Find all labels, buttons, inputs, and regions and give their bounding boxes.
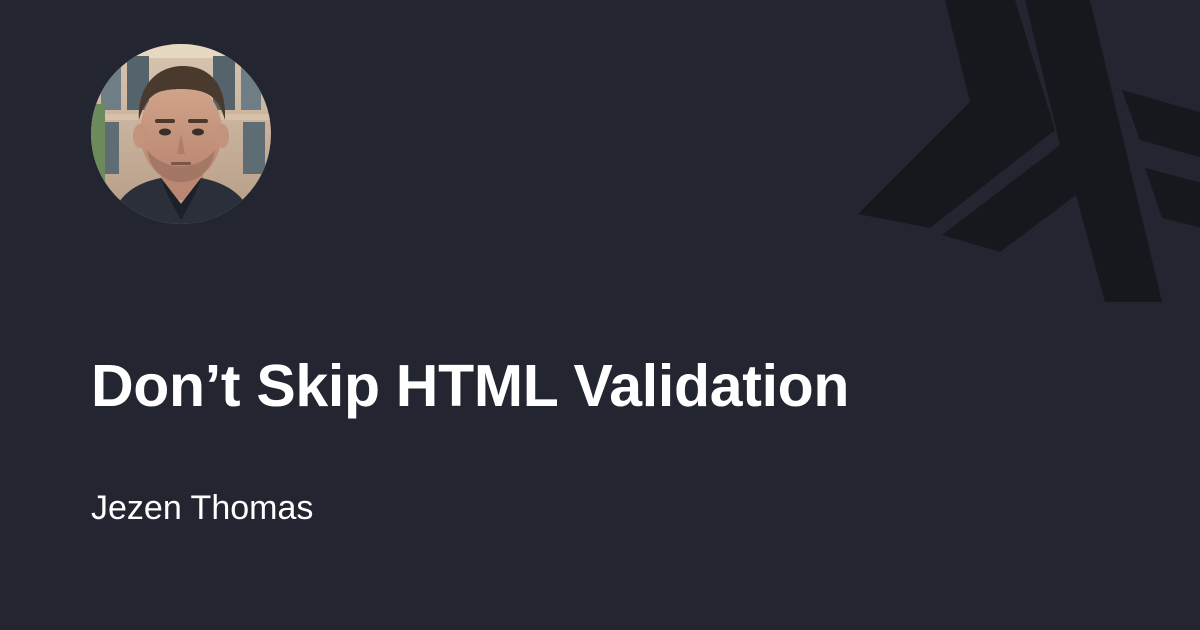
haskell-logo-icon bbox=[858, 0, 1200, 302]
author-portrait bbox=[91, 44, 271, 224]
author-name: Jezen Thomas bbox=[91, 489, 314, 527]
post-title: Don’t Skip HTML Validation bbox=[91, 353, 850, 419]
social-card: Don’t Skip HTML Validation Jezen Thomas bbox=[0, 0, 1200, 630]
author-avatar bbox=[91, 44, 271, 224]
